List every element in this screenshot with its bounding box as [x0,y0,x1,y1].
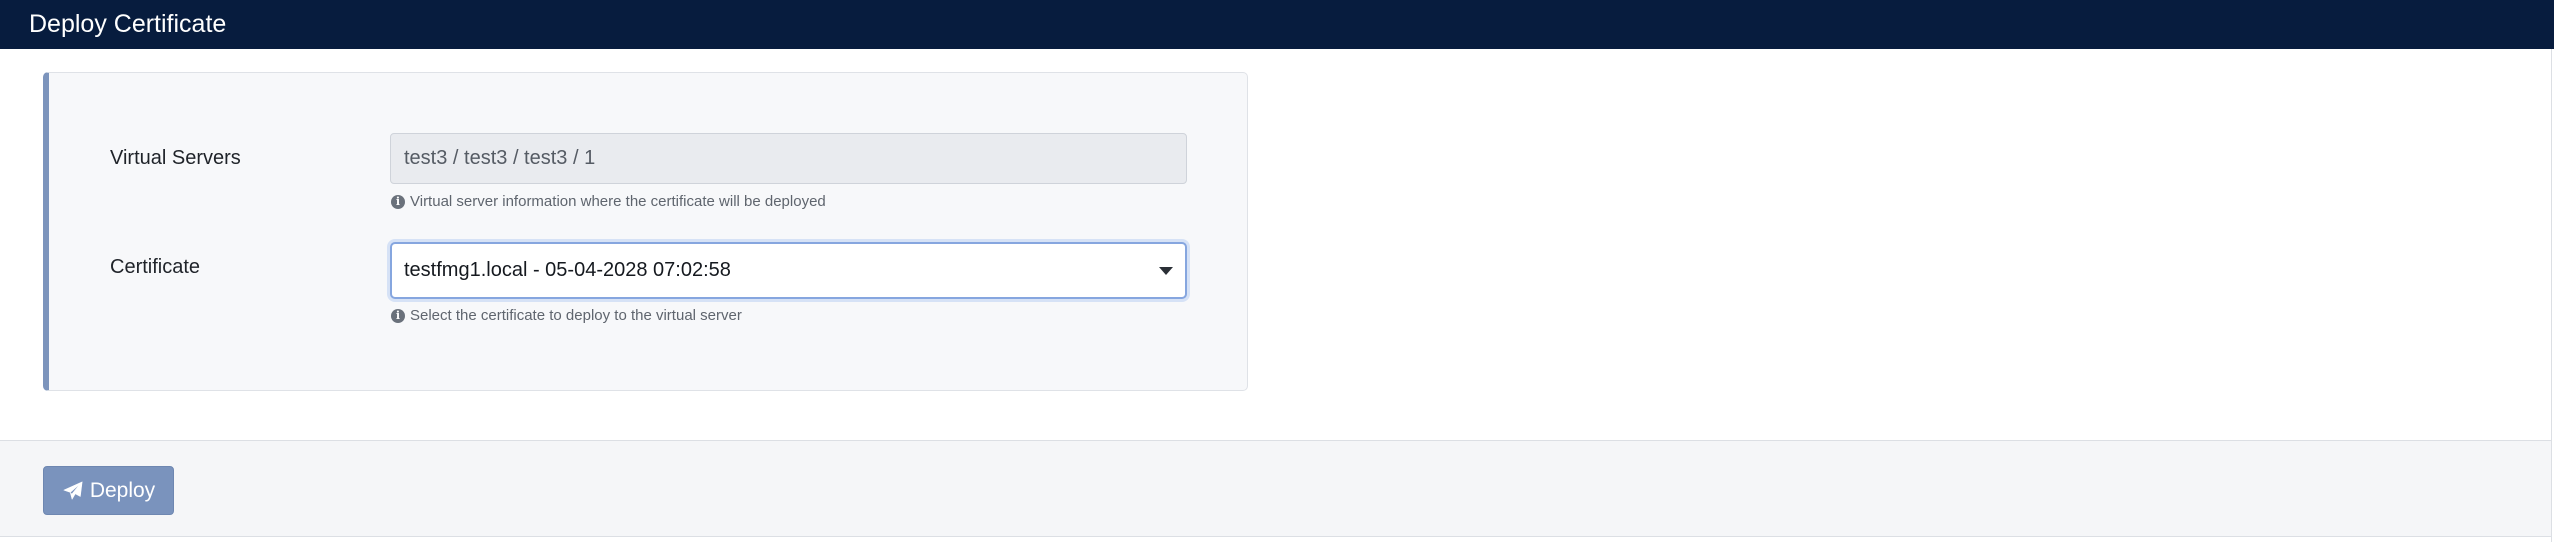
deploy-form-card [43,72,1248,391]
certificate-selected-value: testfmg1.local - 05-04-2028 07:02:58 [404,259,731,281]
virtual-servers-help-text: Virtual server information where the cer… [410,193,826,210]
info-circle-icon: i [391,194,405,209]
virtual-servers-value: test3 / test3 / test3 / 1 [404,147,596,169]
virtual-servers-help: i Virtual server information where the c… [391,193,826,210]
title-bar: Deploy Certificate [0,0,2554,49]
page-edge-divider [2551,49,2552,542]
certificate-help-text: Select the certificate to deploy to the … [410,307,742,324]
deploy-button[interactable]: Deploy [43,466,174,515]
page-title: Deploy Certificate [29,10,227,38]
info-circle-icon: i [391,308,405,323]
virtual-servers-field: test3 / test3 / test3 / 1 [390,133,1187,184]
certificate-help: i Select the certificate to deploy to th… [391,307,742,324]
deploy-certificate-page: Deploy Certificate Virtual Servers test3… [0,0,2554,542]
caret-down-icon[interactable] [1159,267,1173,275]
certificate-label: Certificate [110,256,201,278]
deploy-button-label: Deploy [89,478,156,502]
paper-plane-icon [63,481,83,500]
form-footer: Deploy [0,440,2551,537]
virtual-servers-label: Virtual Servers [110,147,241,169]
certificate-select[interactable]: testfmg1.local - 05-04-2028 07:02:58 [390,242,1187,299]
